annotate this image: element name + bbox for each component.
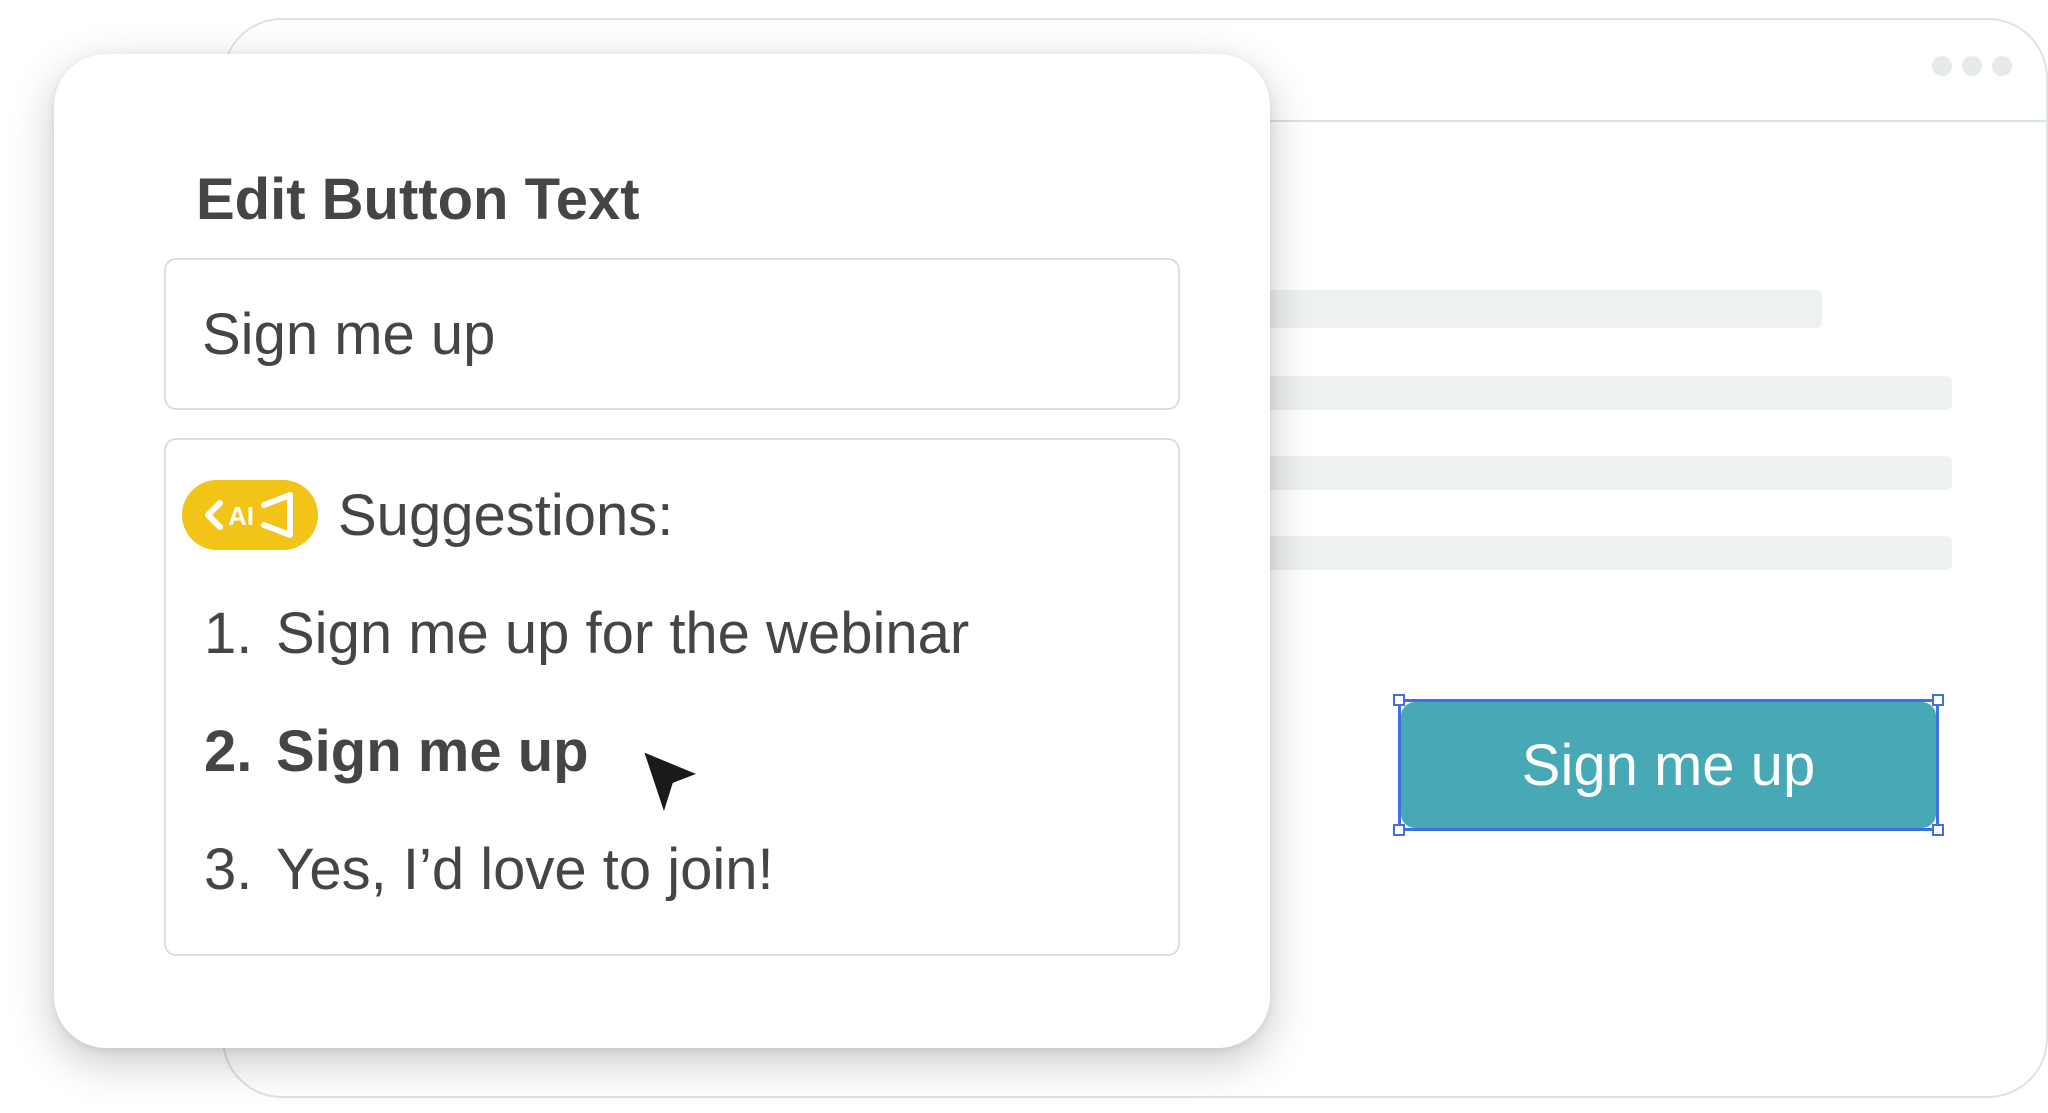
resize-handle-top-left[interactable] <box>1393 694 1405 706</box>
svg-text:AI: AI <box>228 501 254 531</box>
placeholder-line <box>1234 536 1952 570</box>
stage: Sign me up Edit Button Text AI Suggestio… <box>0 0 2048 1113</box>
resize-handle-bottom-left[interactable] <box>1393 824 1405 836</box>
suggestion-number: 3. <box>204 837 253 902</box>
canvas-sign-up-button[interactable]: Sign me up <box>1401 702 1936 828</box>
button-text-input[interactable] <box>164 258 1180 410</box>
ai-sparkle-icon: AI <box>205 492 293 538</box>
resize-handle-top-right[interactable] <box>1932 694 1944 706</box>
suggestions-label: Suggestions: <box>338 482 674 548</box>
suggestion-number: 2. <box>204 719 253 784</box>
suggestion-item-1[interactable]: 1. Sign me up for the webinar <box>204 600 969 667</box>
placeholder-line <box>1234 376 1952 410</box>
window-dot-icon[interactable] <box>1992 56 2012 76</box>
suggestion-item-3[interactable]: 3. Yes, I’d love to join! <box>204 836 774 903</box>
suggestion-text: Sign me up for the webinar <box>276 601 970 666</box>
ai-badge: AI <box>182 480 318 550</box>
suggestion-item-2[interactable]: 2. Sign me up <box>204 718 589 785</box>
panel-title: Edit Button Text <box>196 167 640 232</box>
suggestion-number: 1. <box>204 601 253 666</box>
placeholder-line <box>1234 456 1952 490</box>
window-controls <box>1932 56 2012 76</box>
placeholder-line <box>1234 290 1822 328</box>
edit-button-text-panel: Edit Button Text AI Suggestions: 1. Sign… <box>54 54 1270 1048</box>
suggestions-box: AI Suggestions: 1. Sign me up for the we… <box>164 438 1180 956</box>
suggestion-text: Sign me up <box>276 719 589 784</box>
window-dot-icon[interactable] <box>1932 56 1952 76</box>
resize-handle-bottom-right[interactable] <box>1932 824 1944 836</box>
selection-frame[interactable]: Sign me up <box>1393 694 1944 836</box>
suggestions-header: AI Suggestions: <box>182 480 673 550</box>
window-dot-icon[interactable] <box>1962 56 1982 76</box>
mouse-pointer-icon <box>640 748 702 818</box>
suggestion-text: Yes, I’d love to join! <box>276 837 774 902</box>
